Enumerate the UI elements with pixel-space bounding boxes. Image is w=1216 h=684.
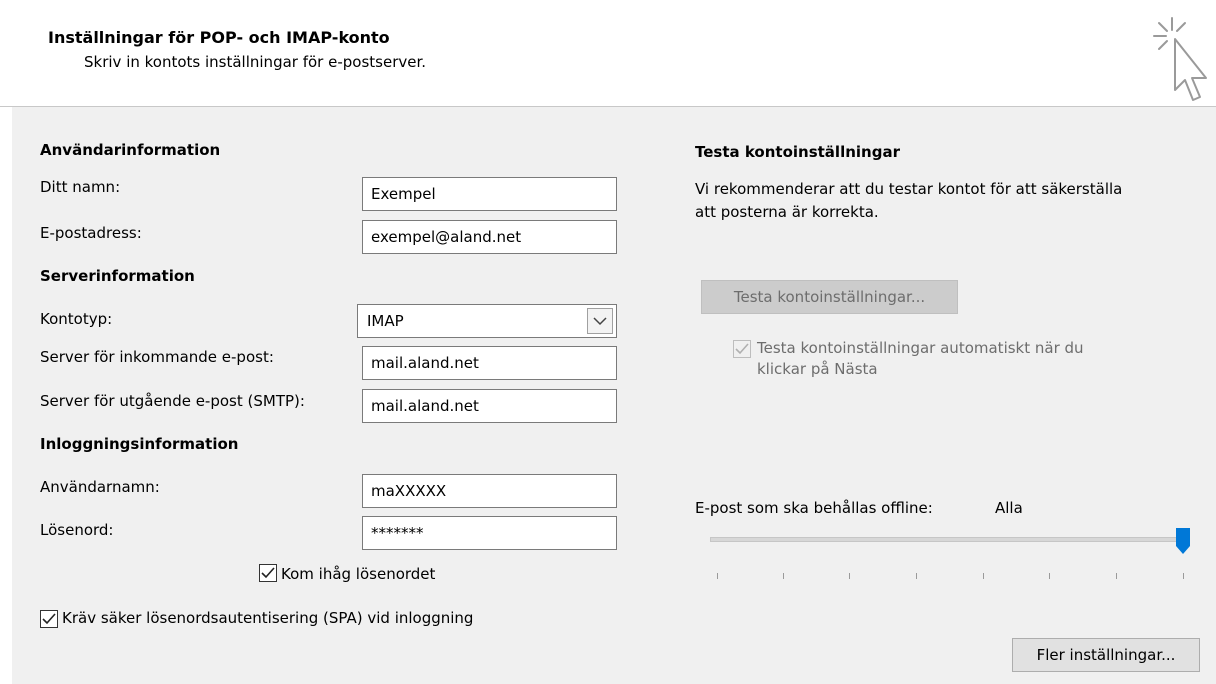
email-field[interactable] bbox=[362, 220, 617, 254]
slider-tick bbox=[1183, 573, 1184, 579]
slider-tick bbox=[783, 573, 784, 579]
outgoing-server-label: Server för utgående e-post (SMTP): bbox=[40, 392, 305, 410]
test-account-button[interactable]: Testa kontoinställningar... bbox=[701, 280, 958, 314]
name-field[interactable] bbox=[362, 177, 617, 211]
spa-checkbox[interactable] bbox=[40, 610, 58, 628]
spa-label[interactable]: Kräv säker lösenordsautentisering (SPA) … bbox=[62, 609, 473, 627]
slider-tick bbox=[717, 573, 718, 579]
account-type-label: Kontotyp: bbox=[40, 310, 113, 328]
auto-test-label-line2: klickar på Nästa bbox=[757, 360, 878, 378]
slider-tick bbox=[983, 573, 984, 579]
dialog-title: Inställningar för POP- och IMAP-konto bbox=[48, 28, 390, 47]
auto-test-checkbox[interactable] bbox=[733, 340, 751, 358]
checkmark-icon bbox=[261, 567, 275, 579]
remember-password-label[interactable]: Kom ihåg lösenordet bbox=[281, 565, 435, 583]
test-heading: Testa kontoinställningar bbox=[695, 143, 900, 161]
checkmark-icon bbox=[42, 613, 56, 625]
dialog-header: Inställningar för POP- och IMAP-konto Sk… bbox=[0, 0, 1216, 106]
incoming-server-label: Server för inkommande e-post: bbox=[40, 348, 274, 366]
slider-tick bbox=[1049, 573, 1050, 579]
offline-label: E-post som ska behållas offline: bbox=[695, 499, 933, 517]
more-settings-button[interactable]: Fler inställningar... bbox=[1012, 638, 1200, 672]
account-type-value: IMAP bbox=[367, 312, 404, 330]
dialog-subtitle: Skriv in kontots inställningar för e-pos… bbox=[84, 53, 427, 71]
username-field[interactable] bbox=[362, 474, 617, 508]
test-description-line2: att posterna är korrekta. bbox=[695, 203, 879, 221]
offline-slider-thumb[interactable] bbox=[1176, 528, 1190, 554]
login-info-heading: Inloggningsinformation bbox=[40, 435, 239, 453]
user-info-heading: Användarinformation bbox=[40, 141, 221, 159]
email-label: E-postadress: bbox=[40, 224, 142, 242]
auto-test-label-line1: Testa kontoinställningar automatiskt när… bbox=[757, 339, 1084, 357]
remember-password-checkbox[interactable] bbox=[259, 564, 277, 582]
outgoing-server-field[interactable] bbox=[362, 389, 617, 423]
test-description-line1: Vi rekommenderar att du testar kontot fö… bbox=[695, 180, 1123, 198]
cursor-click-icon bbox=[1153, 17, 1207, 101]
username-label: Användarnamn: bbox=[40, 478, 160, 496]
offline-slider-track[interactable] bbox=[710, 537, 1190, 542]
incoming-server-field[interactable] bbox=[362, 346, 617, 380]
password-label: Lösenord: bbox=[40, 521, 114, 539]
account-type-select[interactable]: IMAP bbox=[357, 304, 617, 338]
chevron-down-icon bbox=[593, 317, 607, 326]
offline-value: Alla bbox=[995, 499, 1023, 517]
server-info-heading: Serverinformation bbox=[40, 267, 195, 285]
password-field[interactable] bbox=[362, 516, 617, 550]
checkmark-icon bbox=[735, 343, 749, 355]
slider-tick bbox=[1116, 573, 1117, 579]
slider-tick bbox=[849, 573, 850, 579]
dropdown-button[interactable] bbox=[587, 308, 613, 334]
slider-tick bbox=[916, 573, 917, 579]
name-label: Ditt namn: bbox=[40, 178, 121, 196]
